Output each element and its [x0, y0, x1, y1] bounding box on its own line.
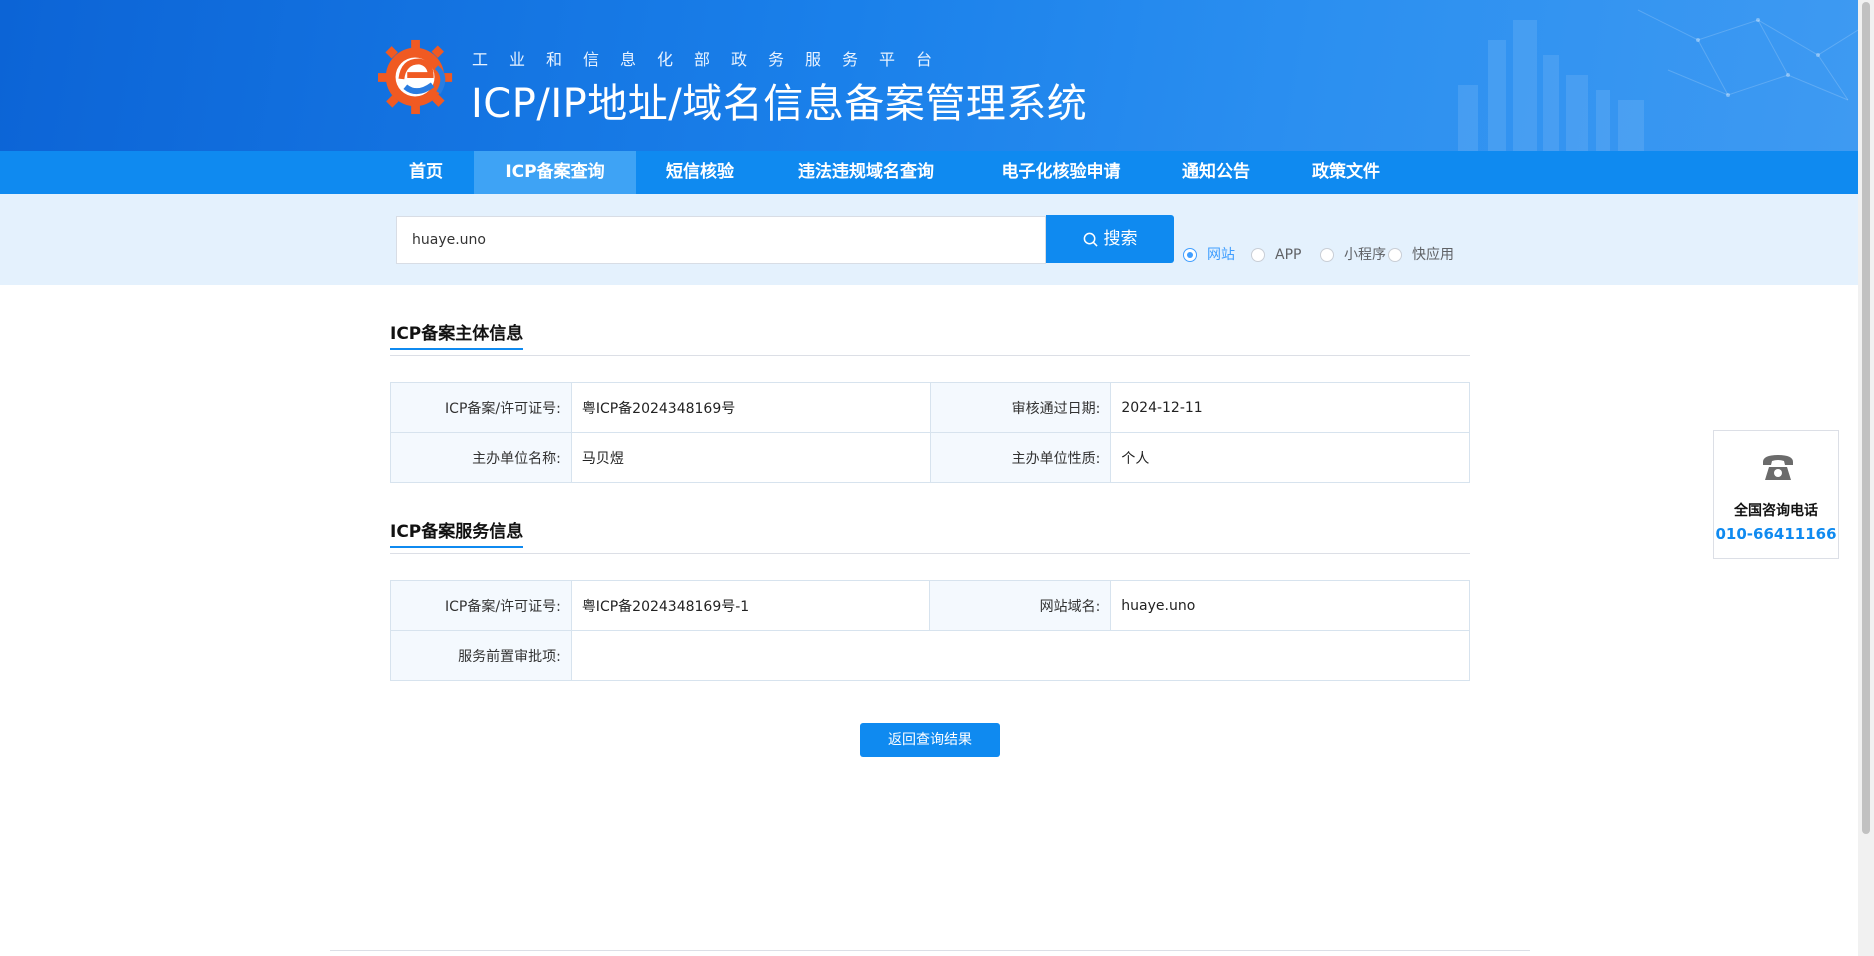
radio-dot — [1183, 248, 1197, 262]
radio-dot — [1320, 248, 1334, 262]
table-row: 服务前置审批项: — [390, 630, 1471, 681]
nav-item-illegal-domain-query[interactable]: 违法违规域名查询 — [786, 151, 946, 194]
main-nav: 首页 ICP备案查询 短信核验 违法违规域名查询 电子化核验申请 通知公告 政策… — [0, 151, 1858, 194]
nav-item-sms-verify[interactable]: 短信核验 — [650, 151, 750, 194]
contact-widget[interactable]: 全国咨询电话 010-66411166 — [1713, 430, 1839, 559]
page-scrollbar[interactable] — [1858, 0, 1874, 956]
table-row: ICP备案/许可证号: 粤ICP备2024348169号 审核通过日期: 202… — [390, 382, 1470, 433]
sponsor-type-value: 个人 — [1110, 432, 1470, 483]
contact-number: 010-66411166 — [1715, 525, 1837, 543]
subject-info-table: ICP备案/许可证号: 粤ICP备2024348169号 审核通过日期: 202… — [390, 382, 1470, 483]
scrollbar-thumb[interactable] — [1862, 2, 1870, 834]
license-no-label: ICP备案/许可证号: — [390, 382, 572, 433]
radio-dot — [1251, 248, 1265, 262]
radio-app[interactable]: APP — [1251, 246, 1311, 264]
radio-website[interactable]: 网站 — [1183, 246, 1243, 264]
nav-item-home[interactable]: 首页 — [388, 151, 464, 194]
radio-label: 快应用 — [1412, 247, 1454, 263]
search-button[interactable]: 搜索 — [1046, 215, 1174, 263]
search-button-label: 搜索 — [1103, 229, 1138, 249]
footer-divider — [330, 950, 1530, 951]
service-license-no-label: ICP备案/许可证号: — [390, 580, 572, 631]
city-skyline-decoration — [1458, 9, 1858, 151]
pre-approval-value — [570, 630, 1471, 681]
pre-approval-label: 服务前置审批项: — [390, 630, 572, 681]
radio-label: 小程序 — [1344, 247, 1386, 263]
sponsor-name-value: 马贝煜 — [570, 432, 931, 483]
search-icon — [1083, 232, 1098, 247]
miit-logo-icon — [378, 39, 453, 115]
service-license-no-value: 粤ICP备2024348169号-1 — [570, 580, 931, 631]
service-section-title: ICP备案服务信息 — [390, 517, 524, 548]
search-input[interactable]: huaye.uno — [396, 216, 1046, 264]
back-to-results-button[interactable]: 返回查询结果 — [860, 723, 1000, 757]
nav-item-electronic-verify[interactable]: 电子化核验申请 — [988, 151, 1134, 194]
section-divider — [390, 355, 1470, 356]
contact-label: 全国咨询电话 — [1734, 503, 1818, 519]
radio-dot — [1388, 248, 1402, 262]
subject-section-title: ICP备案主体信息 — [390, 319, 524, 350]
radio-quick-app[interactable]: 快应用 — [1388, 246, 1456, 264]
license-no-value: 粤ICP备2024348169号 — [570, 382, 931, 433]
domain-label: 网站域名: — [929, 580, 1112, 631]
table-row: ICP备案/许可证号: 粤ICP备2024348169号-1 网站域名: hua… — [390, 580, 1470, 631]
approval-date-label: 审核通过日期: — [929, 382, 1112, 433]
sponsor-type-label: 主办单位性质: — [929, 432, 1112, 483]
nav-item-notices[interactable]: 通知公告 — [1172, 151, 1260, 194]
approval-date-value: 2024-12-11 — [1110, 382, 1470, 433]
header-title: ICP/IP地址/域名信息备案管理系统 — [471, 81, 1088, 127]
nav-item-policy-docs[interactable]: 政策文件 — [1302, 151, 1390, 194]
radio-label: 网站 — [1207, 247, 1235, 263]
service-info-table: ICP备案/许可证号: 粤ICP备2024348169号-1 网站域名: hua… — [390, 580, 1471, 681]
sponsor-name-label: 主办单位名称: — [390, 432, 572, 483]
domain-value: huaye.uno — [1110, 580, 1470, 631]
section-divider — [390, 553, 1470, 554]
header-subtitle: 工业和信息化部政务服务平台 — [472, 50, 954, 69]
phone-icon — [1763, 455, 1793, 480]
nav-item-icp-query[interactable]: ICP备案查询 — [474, 151, 636, 194]
table-row: 主办单位名称: 马贝煜 主办单位性质: 个人 — [390, 432, 1470, 483]
radio-label: APP — [1275, 247, 1302, 263]
radio-mini-program[interactable]: 小程序 — [1320, 246, 1388, 264]
site-header: 工业和信息化部政务服务平台 ICP/IP地址/域名信息备案管理系统 — [0, 0, 1858, 151]
